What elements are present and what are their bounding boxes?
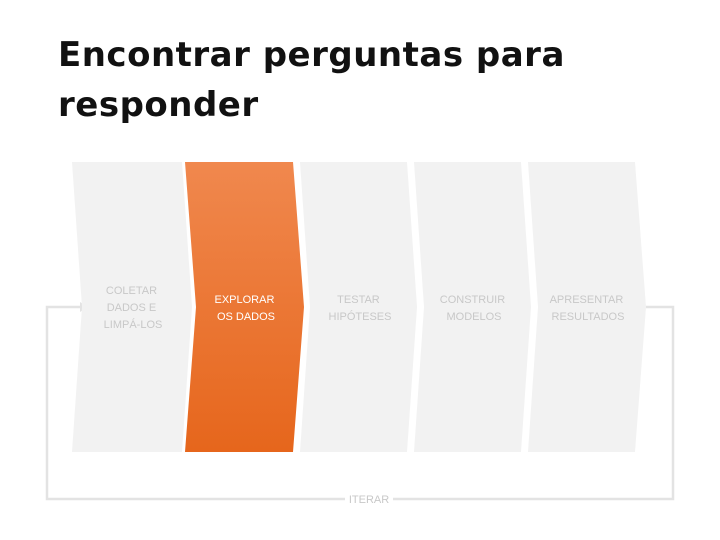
step-label: COLETAR DADOS E LIMPÁ-LOS (104, 285, 163, 331)
step-testar: TESTAR HIPÓTESES (300, 162, 417, 452)
step-label-line: LIMPÁ-LOS (104, 318, 163, 331)
step-label-line: HIPÓTESES (329, 310, 392, 323)
step-apresentar: APRESENTAR RESULTADOS (528, 162, 646, 452)
step-label-line: DADOS E (107, 302, 157, 314)
step-label-line: RESULTADOS (552, 311, 625, 323)
process-diagram: ITERAR COLETAR DADOS E LIMPÁ-LOS EXPLORA… (45, 162, 675, 506)
step-shape (528, 162, 646, 452)
step-shape (300, 162, 417, 452)
step-shape (185, 162, 304, 452)
step-label-line: TESTAR (337, 294, 380, 306)
step-label-line: CONSTRUIR (440, 294, 505, 306)
process-steps: COLETAR DADOS E LIMPÁ-LOS EXPLORAR OS DA… (72, 162, 646, 452)
step-label-line: OS DADOS (217, 311, 275, 323)
loop-label: ITERAR (349, 494, 389, 506)
step-explorar: EXPLORAR OS DADOS (185, 162, 304, 452)
step-construir: CONSTRUIR MODELOS (414, 162, 531, 452)
step-label-line: APRESENTAR (550, 294, 624, 306)
step-coletar: COLETAR DADOS E LIMPÁ-LOS (72, 162, 192, 452)
step-shape (414, 162, 531, 452)
step-label-line: COLETAR (106, 285, 157, 297)
step-label-line: EXPLORAR (215, 294, 275, 306)
step-label-line: MODELOS (446, 311, 501, 323)
